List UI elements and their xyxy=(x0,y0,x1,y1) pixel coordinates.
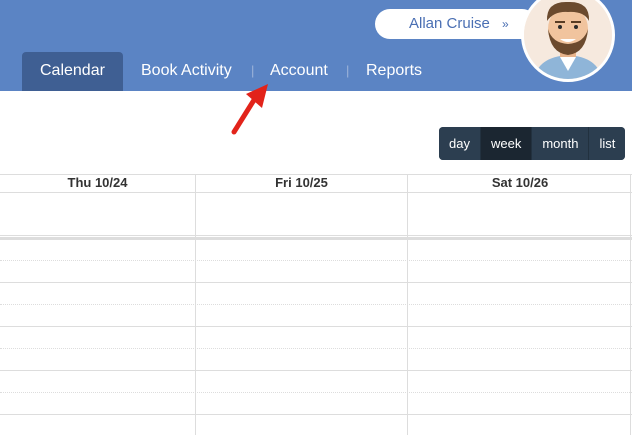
view-switcher: day week month list xyxy=(439,127,626,160)
top-header: Allan Cruise » Calendar Book Activity | … xyxy=(0,0,632,91)
tab-calendar[interactable]: Calendar xyxy=(22,52,123,91)
user-menu-button[interactable]: Allan Cruise » xyxy=(375,9,537,39)
column-header-sat: Sat 10/26 xyxy=(491,175,549,190)
grid-line xyxy=(0,260,632,261)
red-arrow-icon xyxy=(228,80,272,141)
avatar[interactable] xyxy=(521,0,615,82)
grid-column-divider xyxy=(630,174,631,435)
chevron-down-icon: » xyxy=(502,17,509,31)
all-day-divider xyxy=(0,237,632,240)
column-header-thu: Thu 10/24 xyxy=(67,175,128,190)
nav-separator: | xyxy=(251,63,255,78)
user-name: Allan Cruise xyxy=(409,15,490,32)
view-list-button[interactable]: list xyxy=(589,127,626,160)
tab-book-activity[interactable]: Book Activity xyxy=(141,52,232,91)
grid-line xyxy=(0,192,632,193)
grid-line xyxy=(0,235,632,236)
grid-line xyxy=(0,304,632,305)
week-calendar-grid: Thu 10/24 Fri 10/25 Sat 10/26 xyxy=(0,174,632,435)
grid-column-divider xyxy=(195,174,196,435)
grid-line xyxy=(0,414,632,415)
view-week-button[interactable]: week xyxy=(480,127,533,160)
grid-column-divider xyxy=(407,174,408,435)
view-day-button[interactable]: day xyxy=(439,127,481,160)
grid-line xyxy=(0,348,632,349)
grid-line xyxy=(0,392,632,393)
avatar-illustration xyxy=(524,0,612,79)
tab-account[interactable]: Account xyxy=(270,52,328,91)
grid-line xyxy=(0,326,632,327)
nav-separator: | xyxy=(346,63,350,78)
grid-line xyxy=(0,370,632,371)
column-header-fri: Fri 10/25 xyxy=(275,175,328,190)
tab-reports[interactable]: Reports xyxy=(366,52,422,91)
grid-line xyxy=(0,282,632,283)
view-month-button[interactable]: month xyxy=(532,127,590,160)
